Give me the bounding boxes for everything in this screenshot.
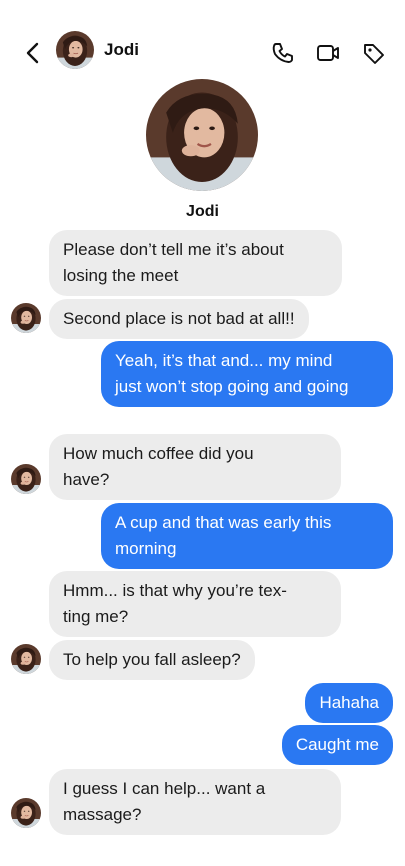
header-contact-name[interactable]: Jodi	[104, 40, 139, 60]
contact-avatar[interactable]	[11, 464, 41, 494]
message-bubble-incoming[interactable]: Please don’t tell me it’s about losing t…	[49, 230, 342, 296]
profile-name: Jodi	[186, 203, 219, 220]
message-bubble-incoming[interactable]: To help you fall asleep?	[49, 640, 255, 680]
header-avatar[interactable]	[56, 31, 94, 69]
contact-avatar[interactable]	[11, 798, 41, 828]
message-bubble-incoming[interactable]: How much coffee did you have?	[49, 434, 341, 500]
message-bubble-outgoing[interactable]: Caught me	[281, 725, 393, 765]
message-bubble-incoming[interactable]: I guess I can help... want a massage?	[49, 769, 341, 835]
profile-avatar[interactable]	[146, 79, 258, 191]
message-bubble-outgoing[interactable]: Yeah, it’s that and... my mind just won’…	[101, 341, 393, 407]
message-bubble-incoming[interactable]: Hmm... is that why you’re tex- ting me?	[49, 571, 341, 637]
back-chevron-icon[interactable]	[22, 40, 44, 66]
video-camera-icon[interactable]	[315, 40, 341, 66]
message-bubble-outgoing[interactable]: A cup and that was early this morning	[101, 503, 393, 569]
message-bubble-incoming[interactable]: Second place is not bad at all!!	[49, 299, 309, 339]
contact-avatar[interactable]	[11, 644, 41, 674]
contact-avatar[interactable]	[11, 303, 41, 333]
phone-icon[interactable]	[270, 40, 296, 66]
message-bubble-outgoing[interactable]: Hahaha	[305, 683, 393, 723]
tag-icon[interactable]	[361, 40, 387, 66]
